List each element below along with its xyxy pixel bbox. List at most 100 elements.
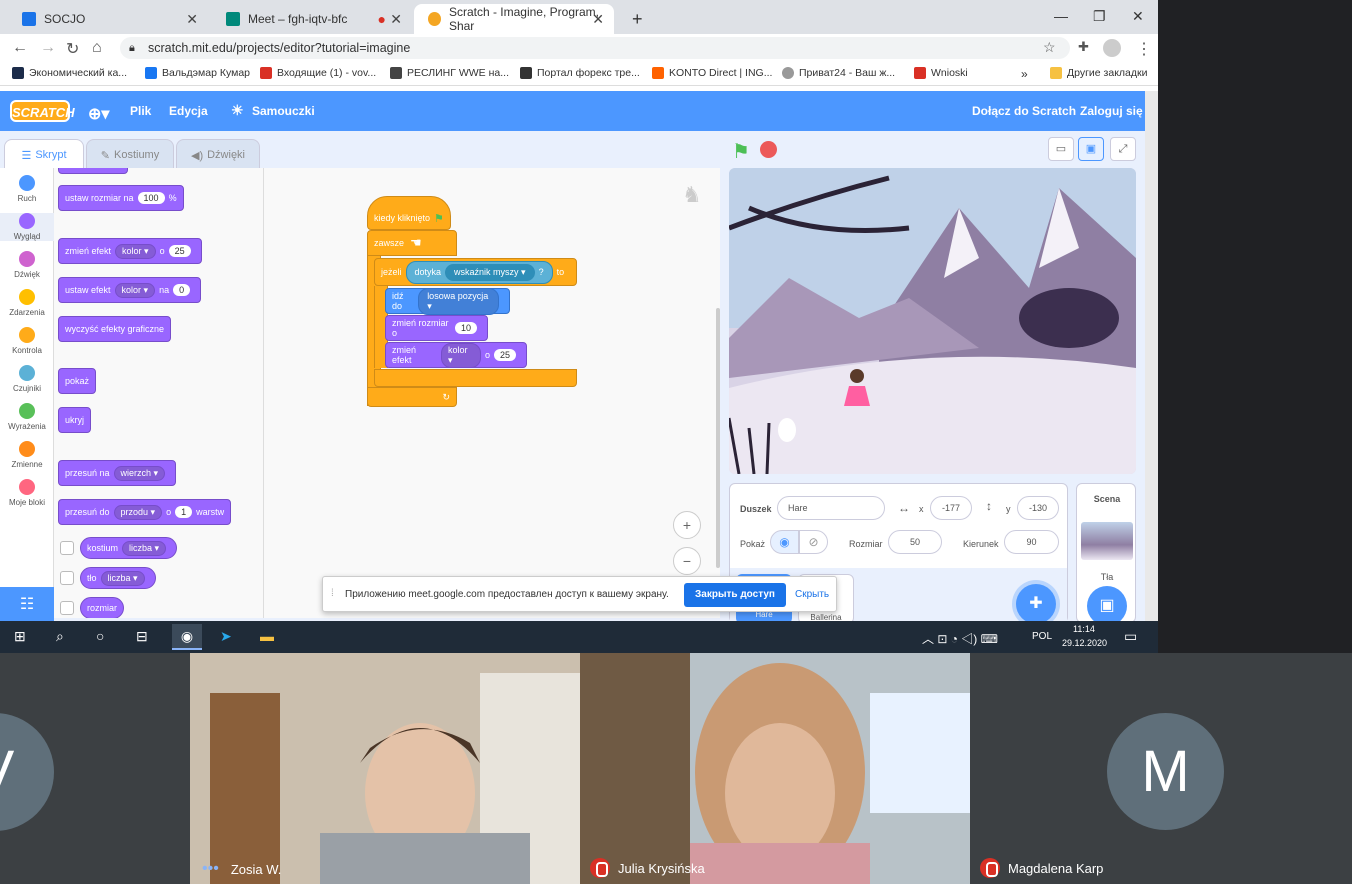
category-sound[interactable]: Dźwięk [0, 251, 54, 279]
sign-in-link[interactable]: Zaloguj się [1080, 104, 1143, 118]
category-looks[interactable]: Wygląd [0, 213, 54, 241]
drag-handle-icon[interactable]: ⁞ [331, 588, 334, 599]
tab-costumes[interactable]: ✎ Kostiumy [86, 139, 174, 170]
palette-block-show[interactable]: pokaż [58, 368, 97, 394]
palette-reporter-size[interactable]: rozmiar [80, 597, 125, 618]
windows-start-icon[interactable]: ⊞ [14, 628, 26, 645]
stop-sharing-button[interactable]: Закрыть доступ [684, 583, 786, 607]
chrome-taskbar-icon[interactable]: ◉ [172, 624, 202, 650]
bookmark-star-icon[interactable]: ☆ [1043, 39, 1056, 56]
maximize-icon[interactable]: ❐ [1093, 8, 1106, 25]
menu-tutorials[interactable]: Samouczki [252, 104, 315, 118]
zoom-in-button[interactable]: + [673, 511, 701, 539]
palette-reporter-backdrop[interactable]: tło liczba ▾ [80, 567, 156, 589]
close-tab-icon[interactable]: ✕ [390, 11, 402, 28]
category-events[interactable]: Zdarzenia [0, 289, 54, 317]
tray-icons[interactable]: ︿ ⊡ ◔ ◁) ⌨ [922, 630, 998, 647]
fullscreen-icon[interactable]: ⤢ [1110, 137, 1136, 161]
stage-canvas[interactable] [729, 168, 1136, 474]
script-scrollbar[interactable] [716, 308, 720, 568]
bookmark-item[interactable]: Входящие (1) - vov... [260, 67, 376, 79]
palette-block-change-effect[interactable]: zmień efekt kolor ▾ o 25 [58, 238, 202, 264]
forward-icon[interactable]: → [40, 39, 56, 57]
browser-menu-icon[interactable]: ⋮ [1136, 39, 1152, 59]
other-bookmarks-folder[interactable]: Другие закладки [1050, 67, 1147, 79]
monitor-checkbox[interactable] [60, 571, 74, 585]
more-bookmarks-button[interactable]: » [1021, 67, 1028, 81]
small-stage-icon[interactable]: ▭ [1048, 137, 1074, 161]
palette-block-set-size[interactable]: ustaw rozmiar na 100% [58, 185, 184, 211]
sprite-name-input[interactable]: Hare [777, 496, 885, 520]
hat-block-when-flag[interactable]: kiedy kliknięto ⚑ [367, 196, 451, 230]
search-icon[interactable]: ⌕ [56, 628, 64, 645]
telegram-icon[interactable]: ➤ [220, 628, 232, 645]
page-scrollbar[interactable] [1145, 91, 1158, 621]
backdrop-thumbnail[interactable] [1081, 522, 1133, 560]
palette-block-set-effect[interactable]: ustaw efekt kolor ▾ na 0 [58, 277, 202, 303]
stage-selector[interactable]: Scena Tła ▣ [1076, 483, 1136, 626]
script-area[interactable]: ♞ kiedy kliknięto ⚑ zawsze ☚ jeżeli dotyka… [264, 168, 720, 618]
close-window-icon[interactable]: ✕ [1132, 8, 1144, 25]
scratch-logo[interactable]: SCRATCH [10, 100, 75, 122]
green-flag-icon[interactable]: ⚑ [732, 139, 750, 164]
category-motion[interactable]: Ruch [0, 175, 54, 203]
monitor-checkbox[interactable] [60, 601, 74, 615]
bookmark-item[interactable]: Портал форекс тре... [520, 67, 640, 79]
palette-block[interactable] [58, 168, 128, 174]
task-view-icon[interactable]: ⊟ [136, 628, 148, 645]
category-operators[interactable]: Wyrażenia [0, 403, 54, 431]
forever-block[interactable]: zawsze ☚ [367, 230, 457, 256]
tab-scratch[interactable]: Scratch - Imagine, Program, Shar ✕ [414, 4, 614, 34]
url-input[interactable]: 🔒︎ scratch.mit.edu/projects/editor?tutor… [120, 37, 1070, 59]
change-effect-block[interactable]: zmień efekt kolor ▾ o 25 [385, 342, 527, 368]
stop-icon[interactable] [760, 141, 777, 158]
category-sensing[interactable]: Czujniki [0, 365, 54, 393]
file-explorer-icon[interactable]: ▬ [260, 628, 274, 644]
reload-icon[interactable]: ↻ [66, 39, 79, 59]
y-input[interactable]: -130 [1017, 496, 1059, 520]
bookmark-item[interactable]: Wnioski [914, 67, 968, 79]
choose-backdrop-icon[interactable]: ▣ [1087, 586, 1127, 626]
palette-block-go-to-layer[interactable]: przesuń na wierzch ▾ [58, 460, 177, 486]
go-to-block[interactable]: idź do losowa pozycja ▾ [385, 287, 510, 315]
extensions-icon[interactable]: ✚ [1078, 39, 1089, 55]
menu-edit[interactable]: Edycja [169, 104, 208, 118]
join-scratch-link[interactable]: Dołącz do Scratch [972, 104, 1076, 118]
category-variables[interactable]: Zmienne [0, 441, 54, 469]
minimize-icon[interactable]: — [1054, 8, 1068, 24]
hide-notification-button[interactable]: Скрыть [795, 589, 829, 600]
tab-socjo[interactable]: SOCJO ✕ [8, 4, 208, 34]
close-tab-icon[interactable]: ✕ [186, 11, 198, 28]
monitor-checkbox[interactable] [60, 541, 74, 555]
palette-block-hide[interactable]: ukryj [58, 407, 92, 433]
if-block[interactable]: jeżeli dotyka wskaźnik myszy ▾? to [374, 258, 577, 286]
palette-reporter-costume[interactable]: kostium liczba ▾ [80, 537, 178, 559]
profile-avatar[interactable] [1103, 39, 1121, 57]
notification-center-icon[interactable]: ▭ [1124, 628, 1137, 645]
category-my-blocks[interactable]: Moje bloki [0, 479, 54, 507]
category-control[interactable]: Kontrola [0, 327, 54, 355]
normal-stage-icon[interactable]: ▣ [1078, 137, 1104, 161]
tab-code[interactable]: ☰ Skrypt [4, 139, 84, 170]
bookmark-item[interactable]: KONTO Direct | ING... [652, 67, 772, 79]
tab-meet[interactable]: Meet – fgh-iqtv-bfc ● ✕ [212, 4, 412, 34]
x-input[interactable]: -177 [930, 496, 972, 520]
hide-eye-icon[interactable]: ⊘ [799, 530, 828, 554]
bookmark-item[interactable]: Вальдэмар Кумар [145, 67, 250, 79]
change-size-block[interactable]: zmień rozmiar o 10 [385, 315, 488, 341]
menu-file[interactable]: Plik [130, 104, 151, 118]
show-visible-icon[interactable]: ◉ [770, 530, 799, 554]
tab-sounds[interactable]: ◀) Dźwięki [176, 139, 260, 170]
palette-block-clear-effects[interactable]: wyczyść efekty graficzne [58, 316, 172, 342]
bookmark-item[interactable]: РЕСЛИНГ WWE на... [390, 67, 509, 79]
size-input[interactable]: 50 [888, 530, 942, 554]
zoom-out-button[interactable]: − [673, 547, 701, 575]
close-tab-icon[interactable]: ✕ [592, 11, 604, 28]
home-icon[interactable]: ⌂ [92, 39, 102, 57]
palette-block-go-layers[interactable]: przesuń do przodu ▾ o 1 warstw [58, 499, 232, 525]
choose-sprite-icon[interactable]: ✚ [1016, 584, 1056, 624]
new-tab-button[interactable]: + [618, 4, 648, 34]
direction-input[interactable]: 90 [1004, 530, 1059, 554]
back-icon[interactable]: ← [12, 39, 28, 57]
cortana-icon[interactable]: ○ [96, 628, 104, 644]
